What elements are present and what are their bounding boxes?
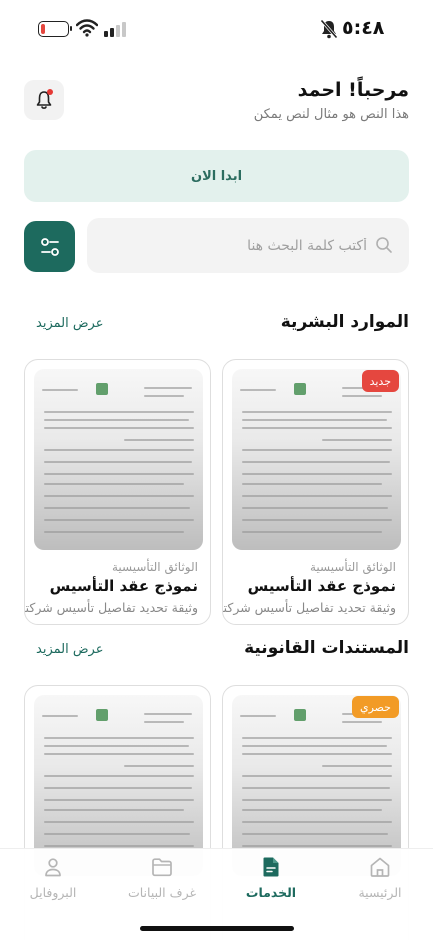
- nav-label: غرف البيانات: [127, 885, 197, 900]
- nav-label: الخدمات: [245, 885, 297, 900]
- notification-dot: [47, 89, 53, 95]
- filter-button[interactable]: [24, 221, 75, 272]
- home-icon: [370, 857, 390, 877]
- section-title: المستندات القانونية: [244, 638, 409, 658]
- start-now-button[interactable]: ابدا الان: [24, 150, 409, 202]
- nav-item-profile[interactable]: البروفايل: [3, 855, 103, 900]
- section-header-legal: المستندات القانونية عرض المزيد: [24, 638, 409, 668]
- sliders-icon: [40, 237, 59, 256]
- nav-item-services[interactable]: الخدمات: [221, 855, 321, 900]
- greeting-title: مرحباً! احمد: [297, 79, 409, 101]
- search-bar[interactable]: [87, 218, 409, 273]
- folder-icon: [152, 858, 172, 877]
- section-title: الموارد البشرية: [280, 312, 409, 332]
- exclusive-badge: حصري: [351, 696, 399, 718]
- card-category: الوثائق التأسيسية: [309, 560, 396, 574]
- view-more-link[interactable]: عرض المزيد: [36, 642, 103, 657]
- section-header-hr: الموارد البشرية عرض المزيد: [24, 312, 409, 342]
- status-bar: ٥:٤٨: [0, 0, 433, 60]
- cellular-signal-icon: [104, 21, 126, 37]
- home-indicator: [140, 926, 294, 931]
- nav-label: البروفايل: [29, 885, 77, 900]
- search-icon: [376, 237, 392, 253]
- card-title: نموذج عقد التأسيس: [247, 577, 396, 595]
- card-title: نموذج عقد التأسيس: [49, 577, 198, 595]
- nav-label: الرئيسية: [358, 885, 402, 900]
- document-card[interactable]: جديد الوثائق التأسيسية نموذج عقد التأسيس…: [222, 359, 409, 625]
- search-input[interactable]: [101, 218, 367, 273]
- user-icon: [45, 858, 61, 877]
- notification-button[interactable]: [24, 80, 64, 120]
- document-thumbnail: [232, 369, 401, 550]
- wifi-icon: [76, 19, 98, 37]
- document-thumbnail: [34, 369, 203, 550]
- view-more-link[interactable]: عرض المزيد: [36, 316, 103, 331]
- status-time: ٥:٤٨: [342, 17, 385, 39]
- greeting-block: مرحباً! احمد هذا النص هو مثال لنص يمكن: [254, 79, 409, 122]
- nav-item-data-rooms[interactable]: غرف البيانات: [112, 855, 212, 900]
- nav-item-home[interactable]: الرئيسية: [330, 855, 430, 900]
- document-icon: [263, 857, 279, 877]
- greeting-subtitle: هذا النص هو مثال لنص يمكن: [253, 107, 409, 122]
- bell-mute-icon: [320, 19, 338, 39]
- document-card[interactable]: الوثائق التأسيسية نموذج عقد التأسيس وثيق…: [24, 359, 211, 625]
- card-description: وثيقة تحديد تفاصيل تأسيس شركتك: [24, 600, 198, 615]
- battery-icon: [38, 21, 72, 37]
- new-badge: جديد: [361, 370, 399, 392]
- card-description: وثيقة تحديد تفاصيل تأسيس شركتك: [222, 600, 396, 615]
- card-category: الوثائق التأسيسية: [111, 560, 198, 574]
